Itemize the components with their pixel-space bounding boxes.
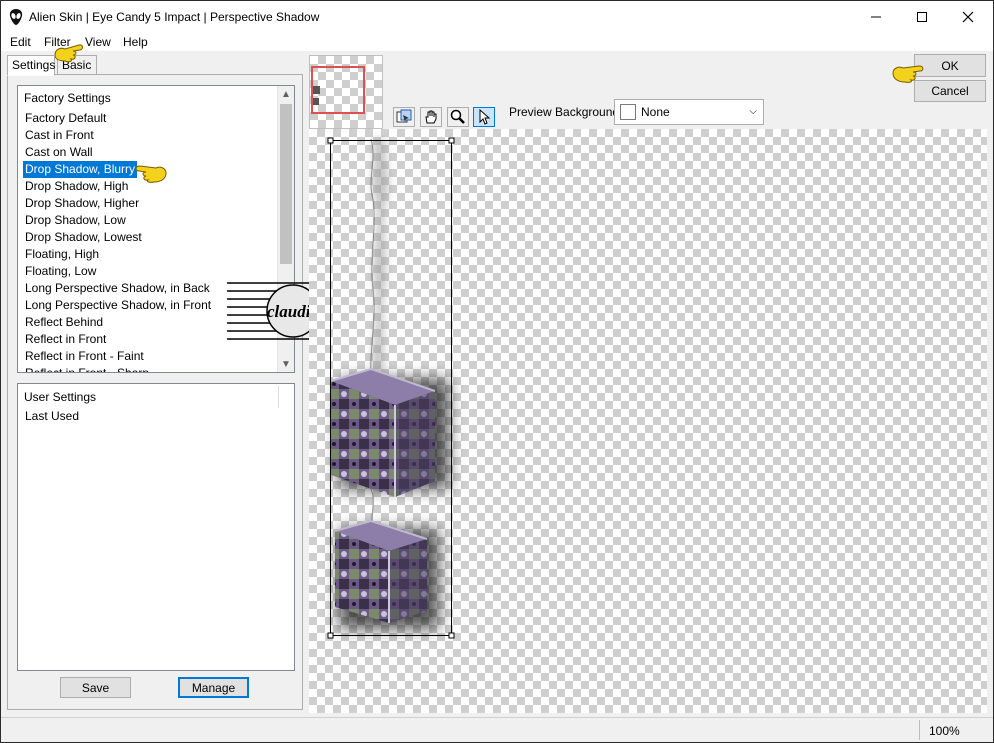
user-settings-list[interactable]: User Settings Last Used: [17, 383, 295, 671]
zoom-button[interactable]: [447, 107, 469, 127]
list-item[interactable]: Factory Default: [23, 110, 108, 127]
close-icon: [962, 11, 974, 23]
window-title: Alien Skin | Eye Candy 5 Impact | Perspe…: [29, 10, 320, 24]
preview-canvas[interactable]: [309, 129, 987, 713]
list-item[interactable]: Cast in Front: [23, 127, 96, 144]
list-item[interactable]: Floating, High: [23, 246, 101, 263]
cancel-button[interactable]: Cancel: [914, 80, 986, 102]
list-item[interactable]: Reflect in Front: [23, 331, 108, 348]
pointing-hand-icon: [892, 65, 924, 83]
pointing-hand-icon: [135, 165, 167, 183]
menu-edit[interactable]: Edit: [10, 35, 31, 49]
list-item[interactable]: Drop Shadow, Higher: [23, 195, 141, 212]
save-button[interactable]: Save: [60, 677, 131, 698]
list-item[interactable]: Reflect in Front - Faint: [23, 348, 146, 365]
minimize-icon: [871, 16, 881, 18]
manage-button[interactable]: Manage: [178, 677, 249, 698]
list-item[interactable]: Reflect in Front - Sharp: [23, 365, 151, 372]
scroll-down-icon[interactable]: ▼: [278, 356, 294, 372]
factory-settings-header: Factory Settings: [24, 91, 111, 105]
status-bar: 100%: [1, 717, 993, 742]
tab-settings[interactable]: Settings: [7, 55, 55, 76]
background-swatch: [620, 104, 636, 120]
list-item[interactable]: Long Perspective Shadow, in Front: [23, 297, 213, 314]
preview-background-label: Preview Background:: [509, 105, 623, 119]
alien-skin-app-icon: [9, 9, 23, 25]
close-button[interactable]: [945, 1, 991, 33]
small-cube-graphic: [334, 519, 428, 623]
list-item[interactable]: Long Perspective Shadow, in Back: [23, 280, 212, 297]
navigate-preview-icon: [396, 109, 412, 123]
scroll-up-icon[interactable]: ▲: [278, 86, 294, 102]
navigate-preview-button[interactable]: [393, 107, 415, 127]
preview-background-value: None: [641, 105, 670, 119]
hand-pan-button[interactable]: [420, 107, 442, 127]
list-item[interactable]: Floating, Low: [23, 263, 98, 280]
list-item[interactable]: Drop Shadow, High: [23, 178, 130, 195]
navigator-viewport-frame[interactable]: [311, 66, 365, 114]
menu-bar: Edit Filter View Help: [1, 33, 993, 51]
status-divider: [919, 720, 920, 740]
select-arrow-button[interactable]: [473, 107, 495, 127]
list-item-selected[interactable]: Drop Shadow, Blurry: [23, 161, 138, 178]
chevron-down-icon: ⌵: [749, 106, 757, 117]
column-divider: [278, 386, 279, 408]
preview-background-select[interactable]: None ⌵: [614, 99, 764, 125]
menu-help[interactable]: Help: [123, 35, 148, 49]
list-item[interactable]: Drop Shadow, Low: [23, 212, 128, 229]
pointing-hand-icon: [54, 44, 83, 63]
list-item[interactable]: Drop Shadow, Lowest: [23, 229, 144, 246]
eye-candy-window: Alien Skin | Eye Candy 5 Impact | Perspe…: [0, 0, 994, 743]
list-item[interactable]: Cast on Wall: [23, 144, 95, 161]
maximize-button[interactable]: [899, 1, 945, 33]
title-bar: Alien Skin | Eye Candy 5 Impact | Perspe…: [1, 1, 993, 33]
minimize-button[interactable]: [853, 1, 899, 33]
list-item[interactable]: Reflect Behind: [23, 314, 105, 331]
zoom-icon: [450, 109, 465, 124]
list-item[interactable]: Last Used: [23, 408, 81, 425]
preview-image: [327, 137, 455, 639]
user-settings-header: User Settings: [24, 390, 97, 404]
large-cube-graphic: [330, 367, 436, 497]
hand-pan-icon: [425, 110, 437, 124]
zoom-level: 100%: [929, 724, 960, 738]
select-arrow-icon: [479, 109, 491, 125]
menu-view[interactable]: View: [85, 35, 111, 49]
maximize-icon: [917, 12, 927, 22]
scrollbar-thumb[interactable]: [280, 104, 292, 264]
